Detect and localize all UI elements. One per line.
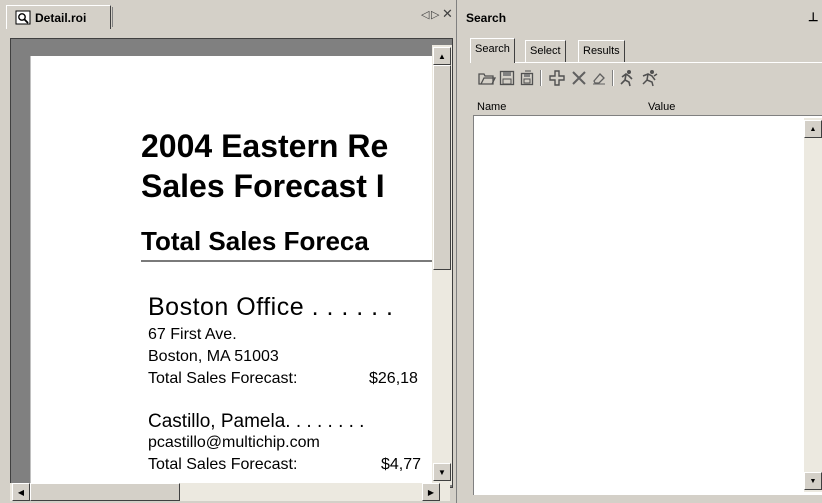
scroll-down-button[interactable]: ▼ — [433, 463, 451, 481]
open-icon[interactable] — [478, 69, 496, 87]
scroll-left-button[interactable]: ◀ — [12, 483, 30, 501]
office-address-line1: 67 First Ave. — [148, 326, 237, 343]
column-header-value[interactable]: Value — [648, 101, 675, 113]
pane-splitter[interactable] — [456, 0, 462, 503]
list-scroll-up-button[interactable]: ▲ — [804, 120, 822, 138]
search-toolbar — [472, 66, 822, 90]
scroll-up-button[interactable]: ▲ — [433, 47, 451, 65]
tab-results[interactable]: Results — [578, 40, 625, 62]
run-icon[interactable] — [618, 69, 636, 87]
report-title-line1: 2004 Eastern Re — [141, 128, 389, 164]
horizontal-scroll-thumb[interactable] — [30, 483, 180, 501]
report-page: 2004 Eastern Re Sales Forecast I Total S… — [30, 56, 441, 488]
pin-icon[interactable]: ⊥ — [808, 10, 818, 24]
office-name: Boston Office . . . . . . — [148, 293, 394, 321]
rep-forecast-value: $4,77 — [381, 456, 422, 473]
column-header-name[interactable]: Name — [477, 101, 506, 113]
scroll-right-button[interactable]: ▶ — [422, 483, 440, 501]
heading-rule — [141, 260, 441, 262]
rep-name: Castillo, Pamela. . . . . . . . — [148, 411, 365, 432]
tab-divider — [112, 7, 113, 27]
section-heading: Total Sales Foreca — [141, 226, 369, 256]
search-criteria-list[interactable] — [473, 115, 822, 495]
report-title-line2: Sales Forecast I — [141, 168, 385, 204]
search-tabs: Search Select Results — [470, 38, 670, 63]
list-vertical-scrollbar[interactable]: ▲ ▼ — [804, 118, 822, 492]
document-vertical-scrollbar[interactable]: ▲ ▼ — [432, 45, 452, 485]
scroll-thumb[interactable] — [433, 65, 451, 270]
run-all-icon[interactable] — [640, 69, 658, 87]
search-pane-header: Search ⊥ — [462, 8, 822, 28]
previous-tab-icon[interactable]: ◁ — [421, 8, 429, 21]
save-icon[interactable] — [498, 69, 516, 87]
clear-icon[interactable] — [590, 69, 608, 87]
save-as-icon[interactable] — [518, 69, 536, 87]
office-address-line2: Boston, MA 51003 — [148, 348, 279, 365]
office-forecast-value: $26,18 — [369, 370, 418, 387]
close-document-icon[interactable]: ✕ — [442, 6, 453, 22]
rep-forecast-label: Total Sales Forecast: — [148, 456, 298, 473]
office-forecast-label: Total Sales Forecast: — [148, 370, 298, 387]
tab-search[interactable]: Search — [470, 38, 515, 63]
add-icon[interactable] — [548, 69, 566, 87]
toolbar-separator — [612, 70, 614, 86]
tab-baseline — [470, 62, 822, 63]
document-horizontal-scrollbar[interactable]: ◀ ▶ — [10, 483, 450, 501]
document-tab-label: Detail.roi — [35, 11, 87, 25]
list-scroll-down-button[interactable]: ▼ — [804, 472, 822, 490]
report-file-icon — [15, 10, 31, 25]
tab-select[interactable]: Select — [525, 40, 566, 62]
document-tab[interactable]: Detail.roi — [6, 5, 111, 29]
next-tab-icon[interactable]: ▷ — [431, 8, 439, 21]
search-pane-title: Search — [466, 11, 507, 25]
toolbar-separator — [540, 70, 542, 86]
delete-icon[interactable] — [570, 69, 588, 87]
rep-email: pcastillo@multichip.com — [148, 434, 320, 451]
